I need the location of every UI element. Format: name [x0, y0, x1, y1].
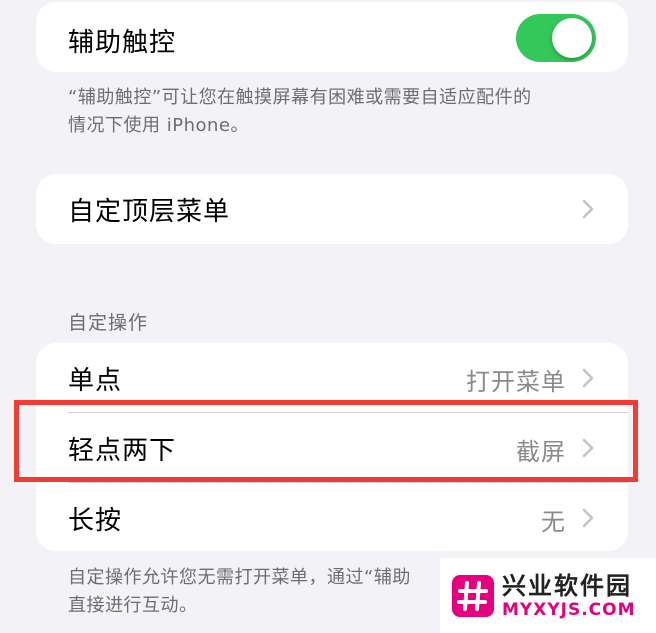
top-menu-card[interactable]: 自定顶层菜单: [36, 174, 628, 244]
action-row-long-press[interactable]: 长按 无: [36, 483, 628, 551]
watermark-title: 兴业软件园: [502, 571, 632, 600]
single-tap-value: 打开菜单: [466, 368, 566, 396]
footnote-line-1: 自定操作允许您无需打开菜单，通过“辅助: [68, 567, 411, 588]
custom-actions-header: 自定操作: [68, 312, 149, 334]
chevron-right-icon: [582, 368, 594, 388]
footnote-line-2: 直接进行互动。: [68, 595, 198, 616]
top-menu-label: 自定顶层菜单: [68, 197, 231, 227]
watermark-subtitle: MYXYJS.COM: [502, 599, 636, 620]
assistive-touch-card: 辅助触控: [36, 2, 628, 72]
assistive-touch-toggle[interactable]: [516, 14, 596, 62]
chevron-right-icon: [582, 508, 594, 528]
custom-actions-footnote: 自定操作允许您无需打开菜单，通过“辅助 直接进行互动。: [68, 564, 411, 620]
assistive-touch-footnote: “辅助触控”可让您在触摸屏幕有困难或需要自适应配件的 情况下使用 iPhone。: [68, 84, 532, 140]
chevron-right-icon: [582, 199, 594, 219]
watermark-text: 兴业软件园 MYXYJS.COM: [502, 572, 636, 620]
footnote-line-1: “辅助触控”可让您在触摸屏幕有困难或需要自适应配件的: [68, 87, 532, 108]
long-press-label: 长按: [68, 506, 123, 536]
long-press-value: 无: [541, 508, 566, 536]
toggle-knob: [552, 18, 592, 58]
highlight-box: [14, 400, 638, 482]
single-tap-label: 单点: [68, 366, 123, 396]
watermark: 兴业软件园 MYXYJS.COM: [440, 558, 656, 633]
assistive-touch-label: 辅助触控: [68, 28, 177, 58]
footnote-line-2: 情况下使用 iPhone。: [68, 115, 249, 136]
hash-logo-icon: [452, 574, 494, 617]
